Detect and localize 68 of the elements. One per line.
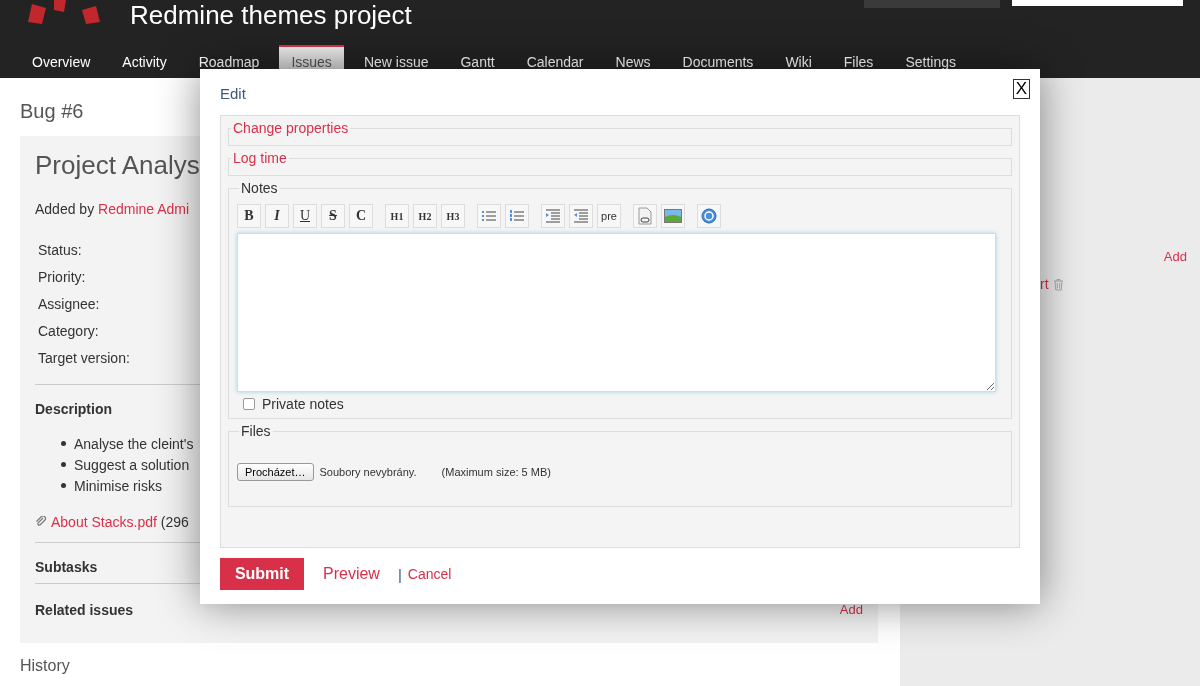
file-status: Soubory nevybrány.: [319, 466, 417, 478]
help-icon: [701, 208, 717, 224]
underline-button[interactable]: U: [293, 204, 317, 228]
strikethrough-button[interactable]: S: [321, 204, 345, 228]
attachment-size: (296: [160, 514, 189, 530]
description-item: Analyse the cleint's: [74, 435, 194, 452]
numbered-list-button[interactable]: [505, 204, 529, 228]
paperclip-icon: [35, 516, 47, 528]
close-button[interactable]: X: [1012, 79, 1030, 99]
file-link-icon: [637, 207, 653, 225]
description-item: Suggest a solution: [74, 456, 190, 473]
nav-tab[interactable]: Overview: [20, 45, 103, 78]
image-button[interactable]: [661, 204, 685, 228]
italic-button[interactable]: I: [265, 204, 289, 228]
attribute-label: Priority:: [38, 268, 87, 287]
heading-button[interactable]: H1: [385, 204, 409, 228]
watcher-link[interactable]: rt: [1040, 276, 1049, 292]
bullet-list-icon: [481, 209, 497, 223]
submit-button[interactable]: Submit: [220, 558, 304, 590]
project-title: Redmine themes project: [130, 0, 412, 30]
preformatted-button[interactable]: pre: [597, 204, 621, 228]
add-link[interactable]: Add: [839, 601, 863, 617]
attribute-label: Category:: [38, 322, 100, 341]
add-link[interactable]: Add: [1163, 249, 1187, 264]
heading-button[interactable]: H3: [441, 204, 465, 228]
indent-icon: [545, 209, 561, 223]
checkbox-label: Private notes: [262, 396, 344, 412]
heading-button[interactable]: H2: [413, 204, 437, 228]
bold-button[interactable]: B: [237, 204, 261, 228]
section-toggle[interactable]: Change properties: [231, 120, 351, 136]
image-icon: [664, 209, 682, 223]
code-button[interactable]: C: [349, 204, 373, 228]
section-toggle[interactable]: Log time: [231, 150, 289, 166]
attachment-link[interactable]: About Stacks.pdf: [51, 514, 157, 530]
trash-icon[interactable]: [1052, 277, 1064, 291]
separator: |: [397, 565, 402, 583]
preview-link[interactable]: Preview: [323, 565, 380, 583]
help-button[interactable]: [697, 204, 721, 228]
issue-subject: Project Analys: [35, 150, 200, 181]
indent-button[interactable]: [541, 204, 565, 228]
nav-tab[interactable]: Activity: [110, 45, 179, 78]
author-label: Added by: [35, 201, 95, 217]
section-legend: Notes: [239, 180, 280, 196]
dialog-title: Edit: [220, 85, 246, 102]
bullet-icon: [61, 483, 66, 488]
attribute-label: Status:: [38, 241, 83, 260]
description-item: Minimise risks: [74, 477, 162, 494]
section-title: Description: [35, 401, 112, 417]
private-notes-checkbox[interactable]: [243, 398, 255, 410]
cancel-link[interactable]: Cancel: [407, 566, 452, 582]
outdent-button[interactable]: [569, 204, 593, 228]
max-size-note: (Maximum size: 5 MB): [441, 466, 551, 478]
section-legend: Files: [239, 423, 273, 439]
bullet-icon: [61, 462, 66, 467]
section-title: Subtasks: [35, 559, 98, 575]
file-link-button[interactable]: [633, 204, 657, 228]
author-link[interactable]: Redmine Admi: [98, 201, 190, 217]
search-field[interactable]: [1012, 0, 1183, 6]
numbered-list-icon: [509, 209, 525, 223]
bullet-list-button[interactable]: [477, 204, 501, 228]
bullet-icon: [61, 441, 66, 446]
history-heading: History: [20, 657, 71, 675]
attribute-label: Target version:: [38, 349, 131, 368]
outdent-icon: [573, 209, 589, 223]
browse-button[interactable]: Procházet…: [237, 463, 314, 481]
attribute-label: Assignee:: [38, 295, 101, 314]
section-title: Related issues: [35, 602, 134, 618]
issue-heading: Bug #6: [20, 100, 85, 123]
